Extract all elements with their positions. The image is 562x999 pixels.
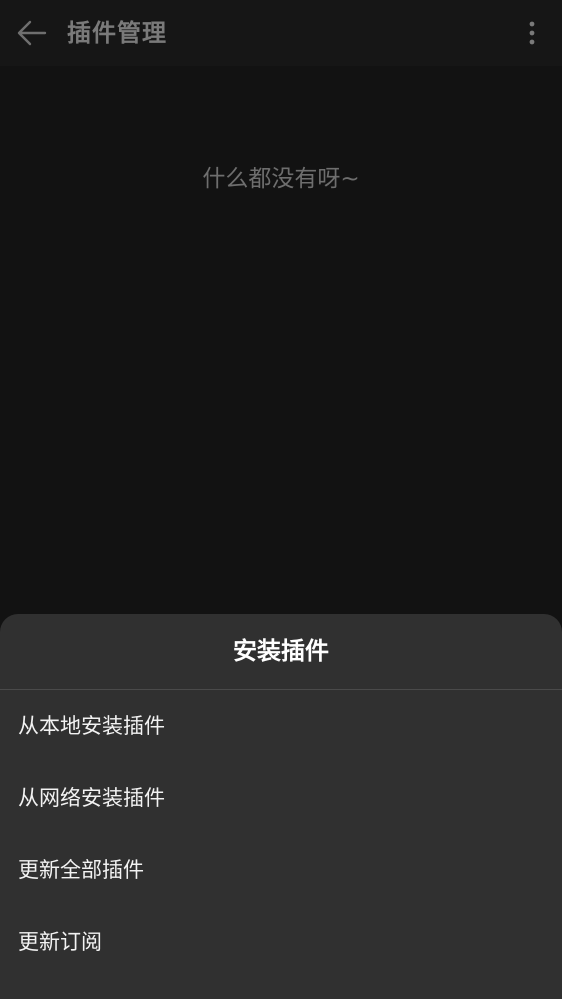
sheet-title: 安装插件 [0, 614, 562, 690]
empty-state-message: 什么都没有呀~ [202, 166, 360, 192]
install-plugin-sheet: 安装插件 从本地安装插件 从网络安装插件 更新全部插件 更新订阅 [0, 614, 562, 999]
more-options-button[interactable] [512, 13, 552, 53]
back-button[interactable] [12, 13, 52, 53]
install-from-network-option[interactable]: 从网络安装插件 [0, 762, 562, 834]
app-bar: 插件管理 [0, 0, 562, 66]
update-subscriptions-option[interactable]: 更新订阅 [0, 906, 562, 978]
install-from-local-option[interactable]: 从本地安装插件 [0, 690, 562, 762]
update-all-plugins-option[interactable]: 更新全部插件 [0, 834, 562, 906]
more-vertical-icon [529, 21, 535, 45]
page-title: 插件管理 [67, 19, 167, 47]
plugin-manager-screen: 插件管理 什么都没有呀~ 安装插件 从本地安装插件 从网络安装插件 更新全部插件… [0, 0, 562, 999]
arrow-left-icon [17, 20, 47, 46]
